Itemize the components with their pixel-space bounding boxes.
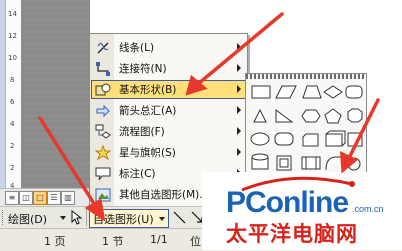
red-arrow-icon xyxy=(346,98,380,162)
red-arrow-icon xyxy=(38,116,100,212)
red-arrow-icon xyxy=(196,12,284,86)
annotation-arrows xyxy=(38,12,380,222)
red-arrowhead-icon xyxy=(340,151,359,174)
red-arrowhead-icon xyxy=(84,198,106,222)
